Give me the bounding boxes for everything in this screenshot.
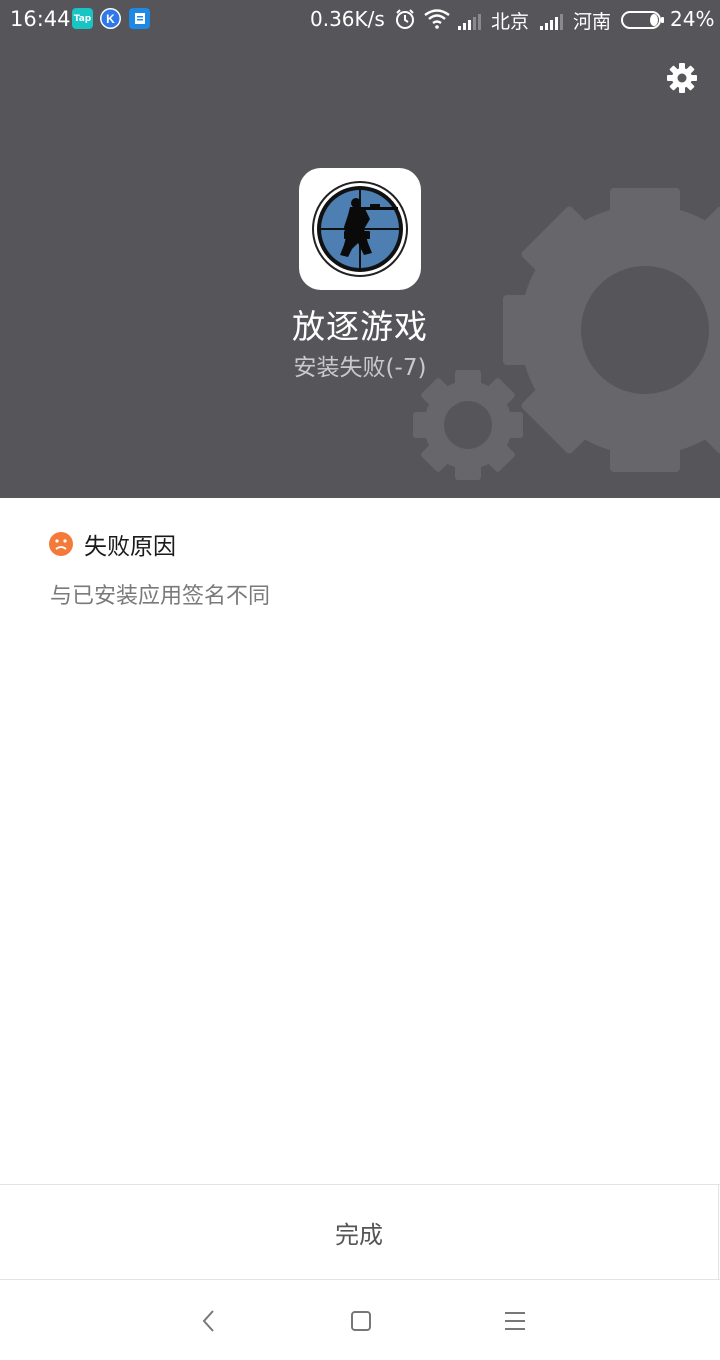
- header: 16:44 Tap K 0.36K/s 北京 河南 24% 放逐游戏 安装失败(…: [0, 0, 720, 498]
- notes-app-icon: [129, 8, 150, 29]
- taptap-icon: Tap: [72, 8, 93, 29]
- done-button[interactable]: 完成: [0, 1185, 718, 1279]
- home-icon: [351, 1311, 371, 1331]
- app-icon: [299, 168, 421, 290]
- status-time: 16:44: [10, 7, 71, 31]
- status-bar: 16:44 Tap K 0.36K/s 北京 河南 24%: [0, 0, 720, 38]
- done-button-bar: 完成: [0, 1184, 720, 1280]
- wifi-icon: [424, 9, 450, 34]
- app-name: 放逐游戏: [292, 307, 428, 346]
- carrier-2: 河南: [573, 11, 612, 33]
- signal-strength-icon: [458, 11, 482, 35]
- failure-reason-header: 失败原因: [48, 527, 176, 561]
- menu-icon: [505, 1312, 525, 1330]
- k-app-icon: K: [100, 8, 121, 29]
- navigation-bar: [0, 1281, 720, 1360]
- back-icon: [202, 1310, 214, 1332]
- network-speed: 0.36K/s: [310, 7, 385, 31]
- failure-reason-title: 失败原因: [84, 534, 176, 560]
- divider: [718, 1185, 719, 1279]
- gear-icon: [667, 63, 697, 93]
- home-button[interactable]: [345, 1305, 377, 1337]
- install-result-screen: 16:44 Tap K 0.36K/s 北京 河南 24% 放逐游戏 安装失败(…: [0, 0, 720, 1360]
- svg-text:K: K: [106, 12, 115, 26]
- settings-button[interactable]: [662, 58, 702, 98]
- battery-icon: [621, 10, 665, 34]
- back-button[interactable]: [193, 1305, 225, 1337]
- alarm-clock-icon: [394, 8, 416, 35]
- install-status: 安装失败(-7): [293, 355, 427, 381]
- signal-strength-icon: [540, 11, 564, 35]
- sniper-game-icon: [312, 181, 408, 277]
- sad-face-icon: [49, 532, 73, 556]
- carrier-1: 北京: [491, 11, 530, 33]
- failure-reason-text: 与已安装应用签名不同: [50, 584, 271, 609]
- menu-button[interactable]: [499, 1305, 531, 1337]
- battery-percent: 24%: [670, 7, 715, 31]
